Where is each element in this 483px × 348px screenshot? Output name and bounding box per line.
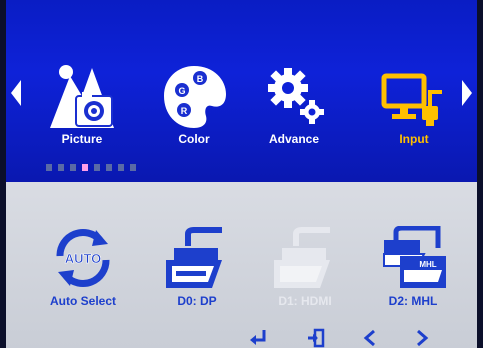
enter-icon[interactable] xyxy=(248,328,268,348)
menu-item-label: Input xyxy=(399,132,429,146)
color-palette-icon: B G R xyxy=(164,66,226,128)
submenu-item-mhl[interactable]: MHL D2: MHL xyxy=(368,225,458,316)
page-dot xyxy=(118,164,124,171)
menu-item-label: Color xyxy=(178,132,210,146)
chevron-right-icon[interactable] xyxy=(412,328,432,348)
page-dot-active xyxy=(82,164,88,171)
svg-text:MHL: MHL xyxy=(419,260,436,269)
submenu-item-hdmi[interactable]: D1: HDMI xyxy=(260,226,350,316)
submenu-item-label: D0: DP xyxy=(177,294,217,308)
page-dot xyxy=(94,164,100,171)
svg-text:G: G xyxy=(178,86,185,96)
svg-text:AUTO: AUTO xyxy=(65,251,102,266)
auto-select-icon: AUTO xyxy=(56,229,110,287)
main-menu-bar: Picture B G R Color Advance Input xyxy=(6,0,477,182)
hdmi-connector-icon xyxy=(274,227,330,288)
submenu-item-label: Auto Select xyxy=(49,294,116,308)
svg-text:B: B xyxy=(197,74,204,84)
chevron-left-icon[interactable] xyxy=(360,328,380,348)
mhl-connector-icon: MHL xyxy=(383,225,446,288)
page-dot xyxy=(70,164,76,171)
gears-icon xyxy=(268,68,324,124)
menu-scroll-right-icon[interactable] xyxy=(461,78,473,108)
submenu-item-label: D1: HDMI xyxy=(278,294,332,308)
exit-icon[interactable] xyxy=(306,328,326,348)
menu-item-input[interactable]: Input xyxy=(374,58,454,152)
input-monitor-icon xyxy=(381,73,442,126)
osd-window: Picture B G R Color Advance Input AUTO A… xyxy=(6,0,477,348)
menu-scroll-left-icon[interactable] xyxy=(10,78,22,108)
menu-item-color[interactable]: B G R Color xyxy=(154,58,234,152)
menu-item-picture[interactable]: Picture xyxy=(42,58,122,152)
submenu-item-label: D2: MHL xyxy=(388,294,438,308)
displayport-connector-icon xyxy=(166,227,222,288)
submenu-item-dp[interactable]: D0: DP xyxy=(152,226,242,316)
page-dot xyxy=(58,164,64,171)
svg-text:R: R xyxy=(181,106,188,116)
menu-item-label: Picture xyxy=(61,132,103,146)
menu-item-advance[interactable]: Advance xyxy=(254,58,334,152)
page-dot xyxy=(130,164,136,171)
menu-item-label: Advance xyxy=(268,132,320,146)
picture-icon xyxy=(50,65,114,128)
submenu-item-auto-select[interactable]: AUTO Auto Select xyxy=(38,226,128,316)
page-dot xyxy=(106,164,112,171)
page-dot xyxy=(46,164,52,171)
